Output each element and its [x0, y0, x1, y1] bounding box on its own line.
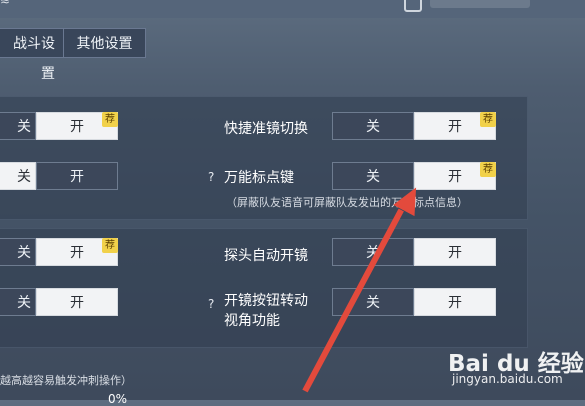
- recommended-badge: 荐: [102, 112, 118, 127]
- toggle-on-button[interactable]: 开: [414, 238, 496, 266]
- toggle-on-label: 开: [70, 245, 84, 261]
- top-cropped-text: ≈: [0, 0, 11, 8]
- toggle-on-button[interactable]: 开 荐: [414, 162, 496, 190]
- toggle-on-label: 开: [448, 169, 462, 185]
- toggle-on-button[interactable]: 开 荐: [36, 238, 118, 266]
- top-right-cropped-label: [430, 0, 530, 8]
- settings-tabs: 战斗设置 其他设置: [0, 28, 146, 82]
- toggle-on-button[interactable]: 开 荐: [36, 112, 118, 140]
- recommended-badge: 荐: [480, 112, 496, 127]
- setting-label-peek-auto-scope: 探头自动开镜: [224, 248, 308, 264]
- toggle-off-button[interactable]: 关: [0, 238, 36, 266]
- recommended-badge: 荐: [480, 162, 496, 177]
- toggle-on-label: 开: [70, 119, 84, 135]
- toggle-left-row3[interactable]: 关 开 荐: [0, 238, 118, 268]
- toggle-off-button[interactable]: 关: [0, 112, 36, 140]
- checkbox-icon[interactable]: [404, 0, 422, 12]
- toggle-quick-scope-switch[interactable]: 关 开 荐: [332, 112, 496, 142]
- tab-battle-settings[interactable]: 战斗设置: [0, 28, 64, 82]
- recommended-badge: 荐: [102, 238, 118, 253]
- setting-label-universal-marker: 万能标点键: [224, 170, 294, 186]
- watermark-url: jingyan.baidu.com: [452, 372, 563, 386]
- toggle-on-button[interactable]: 开: [36, 288, 118, 316]
- toggle-on-button[interactable]: 开: [36, 162, 118, 190]
- help-icon[interactable]: ?: [208, 170, 214, 184]
- toggle-left-row2[interactable]: 关 开: [0, 162, 118, 192]
- setting-label-scope-button-rotate-line2: 视角功能: [224, 313, 280, 329]
- toggle-on-button[interactable]: 开: [414, 288, 496, 316]
- setting-label-quick-scope-switch: 快捷准镜切换: [224, 121, 308, 137]
- setting-hint: （屏蔽队友语音可屏蔽队友发出的万能标点信息）: [226, 196, 468, 209]
- toggle-off-button[interactable]: 关: [0, 288, 36, 316]
- toggle-off-button[interactable]: 关: [0, 162, 36, 190]
- toggle-left-row1[interactable]: 关 开 荐: [0, 112, 118, 142]
- help-icon[interactable]: ?: [208, 297, 214, 311]
- toggle-on-label: 开: [448, 119, 462, 135]
- toggle-peek-auto-scope[interactable]: 关 开: [332, 238, 496, 268]
- toggle-off-button[interactable]: 关: [332, 112, 414, 140]
- setting-label-scope-button-rotate: 开镜按钮转动: [224, 293, 308, 309]
- tab-other-settings[interactable]: 其他设置: [64, 28, 146, 58]
- toggle-off-button[interactable]: 关: [332, 162, 414, 190]
- toggle-left-row4[interactable]: 关 开: [0, 288, 118, 318]
- sprint-sensitivity-hint: 越高越容易触发冲刺操作）: [0, 374, 132, 387]
- toggle-on-button[interactable]: 开 荐: [414, 112, 496, 140]
- sensitivity-percent: 0%: [108, 392, 128, 406]
